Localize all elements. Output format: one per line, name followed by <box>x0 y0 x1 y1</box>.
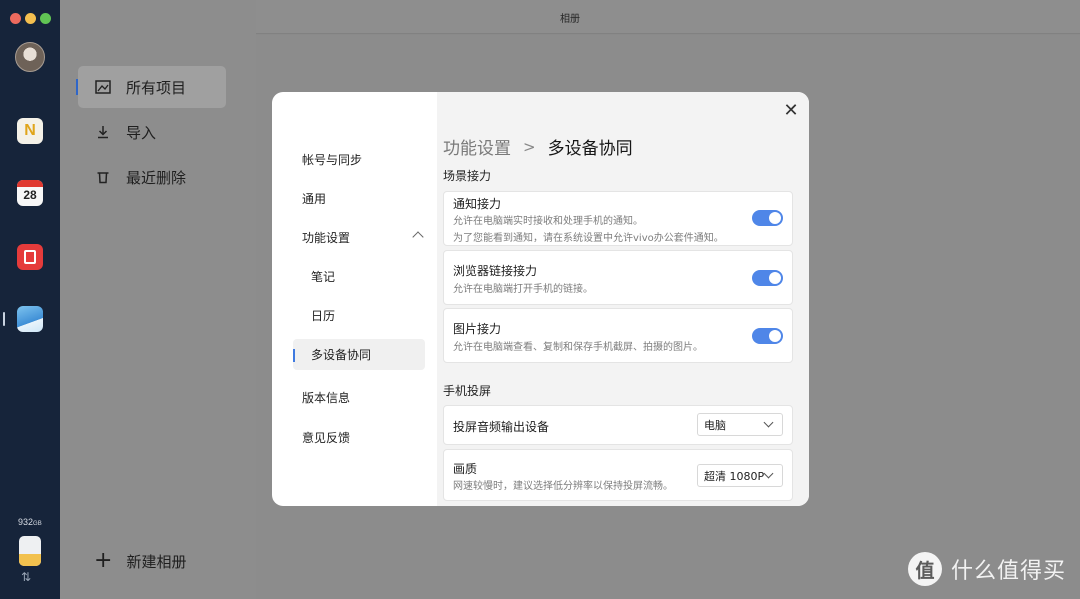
nav-version[interactable]: 版本信息 <box>293 382 425 413</box>
card-title: 投屏音频输出设备 <box>453 420 550 434</box>
watermark: 值 什么值得买 <box>908 552 1066 586</box>
sidebar-item-import[interactable]: 导入 <box>78 111 226 153</box>
nav-label: 意见反馈 <box>302 431 351 445</box>
breadcrumb-parent[interactable]: 功能设置 <box>443 134 511 159</box>
nav-general[interactable]: 通用 <box>293 183 425 214</box>
calendar-app-icon[interactable]: 28 <box>17 180 43 206</box>
card-image-handoff: 图片接力 允许在电脑端查看、复制和保存手机截屏、拍摄的图片。 <box>443 308 793 363</box>
chevron-down-icon <box>763 417 774 428</box>
card-browser-handoff: 浏览器链接接力 允许在电脑端打开手机的链接。 <box>443 250 793 305</box>
toggle-knob <box>769 212 781 224</box>
card-desc-2: 为了您能看到通知，请在系统设置中允许vivo办公套件通知。 <box>453 233 724 244</box>
close-icon[interactable]: ✕ <box>782 102 800 120</box>
nav-label: 日历 <box>311 309 336 323</box>
card-title: 通知接力 <box>453 197 502 211</box>
active-app-indicator <box>3 312 5 326</box>
section-title-handoff: 场景接力 <box>443 169 492 183</box>
sidebar-item-all[interactable]: 所有项目 <box>78 66 226 108</box>
nav-label: 多设备协同 <box>311 348 372 362</box>
breadcrumb: 功能设置 > 多设备协同 <box>443 134 633 160</box>
calendar-day: 28 <box>23 188 37 202</box>
browser-handoff-toggle[interactable] <box>752 270 783 286</box>
card-title: 浏览器链接接力 <box>453 264 538 278</box>
card-title: 图片接力 <box>453 322 502 336</box>
image-handoff-toggle[interactable] <box>752 328 783 344</box>
zoom-window-button[interactable] <box>40 13 51 24</box>
notification-handoff-toggle[interactable] <box>752 210 783 226</box>
storage-fill <box>19 554 41 566</box>
chevron-right-icon: > <box>523 137 536 156</box>
chevron-up-icon <box>412 231 424 243</box>
nav-account-sync[interactable]: 帐号与同步 <box>293 144 425 175</box>
note-app-icon[interactable] <box>17 244 43 270</box>
storage-icon[interactable] <box>19 536 41 566</box>
storage-label: 932GB <box>18 517 42 527</box>
download-icon <box>94 123 112 141</box>
sync-icon[interactable]: ⇅ <box>21 570 31 584</box>
watermark-text: 什么值得买 <box>951 559 1067 584</box>
quality-select[interactable]: 超清 1080P <box>697 464 783 487</box>
minimize-window-button[interactable] <box>25 13 36 24</box>
nav-multi-device[interactable]: 多设备协同 <box>293 339 425 370</box>
trash-icon <box>94 168 112 186</box>
nav-feedback[interactable]: 意见反馈 <box>293 422 425 453</box>
image-icon <box>94 78 112 96</box>
toggle-knob <box>769 272 781 284</box>
section-title-projection: 手机投屏 <box>443 384 492 398</box>
storage-unit: GB <box>33 521 42 527</box>
nav-label: 通用 <box>302 192 327 206</box>
card-desc: 网速较慢时，建议选择低分辨率以保持投屏流畅。 <box>453 481 673 492</box>
breadcrumb-current: 多设备协同 <box>547 139 633 159</box>
watermark-badge: 值 <box>908 552 942 586</box>
notes-app-icon[interactable]: N <box>17 118 43 144</box>
nav-label: 帐号与同步 <box>302 153 363 167</box>
card-desc: 允许在电脑端打开手机的链接。 <box>453 284 593 295</box>
card-audio-output: 投屏音频输出设备 电脑 <box>443 405 793 445</box>
settings-dialog: 帐号与同步 通用 功能设置 笔记 日历 多设备协同 版本信息 意见反馈 功能设置… <box>272 92 809 506</box>
note-glyph <box>24 250 36 264</box>
toggle-knob <box>769 330 781 342</box>
nav-features[interactable]: 功能设置 <box>293 222 425 253</box>
nav-label: 功能设置 <box>302 231 351 245</box>
card-notification-handoff: 通知接力 允许在电脑端实时接收和处理手机的通知。 为了您能看到通知，请在系统设置… <box>443 191 793 246</box>
select-value: 电脑 <box>704 418 726 432</box>
sidebar-item-deleted[interactable]: 最近删除 <box>78 156 226 198</box>
select-value: 超清 1080P <box>704 469 765 483</box>
nav-notes[interactable]: 笔记 <box>293 261 425 292</box>
audio-output-select[interactable]: 电脑 <box>697 413 783 436</box>
card-desc: 允许在电脑端查看、复制和保存手机截屏、拍摄的图片。 <box>453 342 703 353</box>
nav-label: 版本信息 <box>302 391 351 405</box>
new-album-button[interactable]: + 新建相册 <box>94 550 186 572</box>
plus-icon: + <box>94 548 113 573</box>
storage-value: 932 <box>18 517 34 527</box>
nav-label: 笔记 <box>311 270 336 284</box>
card-desc: 允许在电脑端实时接收和处理手机的通知。 <box>453 216 643 227</box>
calendar-header <box>17 180 43 187</box>
avatar[interactable] <box>15 42 45 72</box>
sidebar-item-label: 最近删除 <box>126 168 187 187</box>
settings-nav: 帐号与同步 通用 功能设置 笔记 日历 多设备协同 版本信息 意见反馈 <box>272 92 437 506</box>
chevron-down-icon <box>763 468 774 479</box>
settings-content: 功能设置 > 多设备协同 场景接力 通知接力 允许在电脑端实时接收和处理手机的通… <box>437 92 809 506</box>
nav-selected-mark <box>293 349 295 362</box>
sidebar-item-label: 导入 <box>126 123 157 142</box>
app-dock: N 28 932GB ⇅ <box>0 0 60 599</box>
card-quality: 画质 网速较慢时，建议选择低分辨率以保持投屏流畅。 超清 1080P <box>443 449 793 501</box>
sidebar-item-label: 所有项目 <box>126 78 187 97</box>
photos-app-icon[interactable] <box>17 306 43 332</box>
close-window-button[interactable] <box>10 13 21 24</box>
card-title: 画质 <box>453 462 478 476</box>
new-album-label: 新建相册 <box>126 552 187 571</box>
notes-letter: N <box>24 122 36 139</box>
nav-calendar[interactable]: 日历 <box>293 300 425 331</box>
